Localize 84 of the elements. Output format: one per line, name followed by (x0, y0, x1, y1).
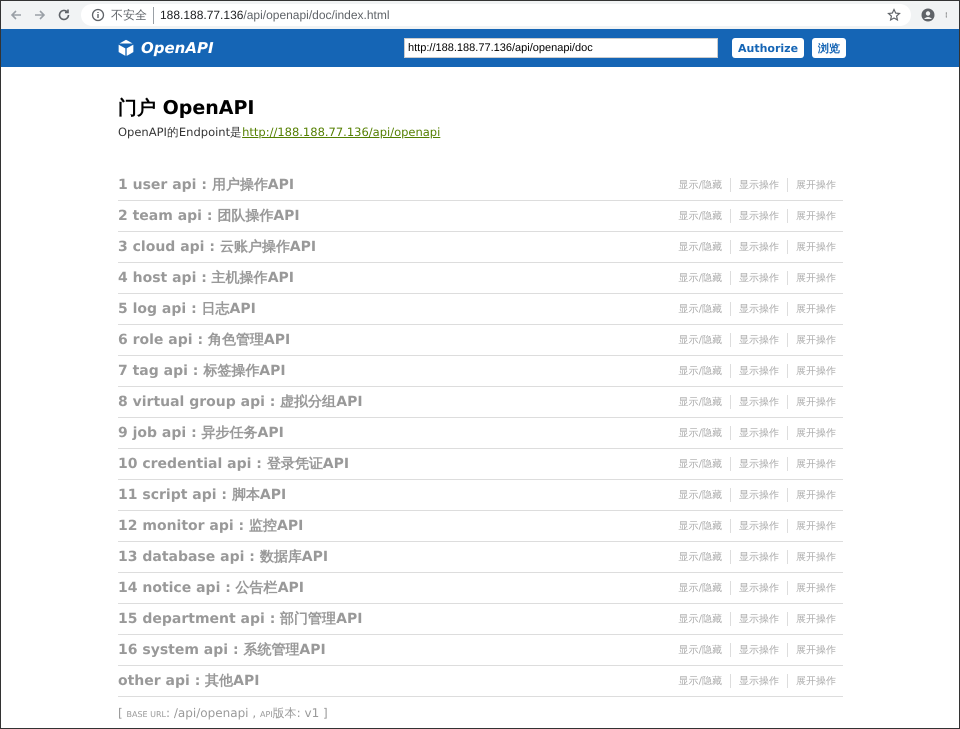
operation-link[interactable]: 显示操作 (730, 643, 787, 657)
api-group-title[interactable]: other api : 其他API (118, 672, 260, 690)
logo-text: OpenAPI (141, 39, 214, 57)
operation-link[interactable]: 显示操作 (730, 333, 787, 347)
api-group-title[interactable]: 2 team api : 团队操作API (118, 207, 300, 225)
reload-icon[interactable] (57, 8, 71, 22)
api-group-title[interactable]: 14 notice api : 公告栏API (118, 579, 304, 597)
endpoint-link[interactable]: http://188.188.77.136/api/openapi (242, 125, 440, 139)
operation-link[interactable]: 显示/隐藏 (670, 302, 730, 316)
api-group-title[interactable]: 1 user api : 用户操作API (118, 176, 294, 194)
operation-link[interactable]: 显示/隐藏 (670, 178, 730, 192)
operation-link[interactable]: 显示/隐藏 (670, 395, 730, 409)
api-group-title[interactable]: 4 host api : 主机操作API (118, 269, 294, 287)
operation-link[interactable]: 显示/隐藏 (670, 364, 730, 378)
doc-url-field[interactable]: http://188.188.77.136/api/openapi/doc (404, 38, 718, 58)
authorize-button[interactable]: Authorize (732, 38, 804, 58)
page-url: 188.188.77.136/api/openapi/doc/index.html (160, 8, 390, 22)
operation-link[interactable]: 显示操作 (730, 271, 787, 285)
security-label: 不安全 (111, 6, 154, 24)
operation-link[interactable]: 显示操作 (730, 395, 787, 409)
operation-link[interactable]: 显示操作 (730, 519, 787, 533)
operation-link[interactable]: 显示操作 (730, 426, 787, 440)
api-info-text: [ BASE URL: /api/openapi , API版本: v1 ] (118, 705, 329, 722)
api-group-title[interactable]: 8 virtual group api : 虚拟分组API (118, 393, 363, 411)
operation-link[interactable]: 显示操作 (730, 674, 787, 688)
operation-link[interactable]: 显示操作 (730, 178, 787, 192)
operation-link[interactable]: 显示/隐藏 (670, 674, 730, 688)
api-group-title[interactable]: 16 system api : 系统管理API (118, 641, 326, 659)
api-group-title[interactable]: 12 monitor api : 监控API (118, 517, 304, 535)
operation-link[interactable]: 展开操作 (787, 581, 843, 595)
operation-link[interactable]: 展开操作 (787, 426, 843, 440)
operation-link[interactable]: 显示/隐藏 (670, 581, 730, 595)
operation-link[interactable]: 显示操作 (730, 550, 787, 564)
cube-icon (117, 38, 135, 58)
operation-link[interactable]: 展开操作 (787, 519, 843, 533)
operation-link[interactable]: 展开操作 (787, 240, 843, 254)
operation-link[interactable]: 展开操作 (787, 643, 843, 657)
api-group-title[interactable]: 11 script api : 脚本API (118, 486, 286, 504)
operation-link[interactable]: 显示/隐藏 (670, 271, 730, 285)
address-bar[interactable]: 不安全 188.188.77.136/api/openapi/doc/index.html (81, 4, 911, 26)
operation-link[interactable]: 展开操作 (787, 364, 843, 378)
operation-link[interactable]: 显示/隐藏 (670, 426, 730, 440)
operation-link[interactable]: 展开操作 (787, 209, 843, 223)
operation-link[interactable]: 显示操作 (730, 612, 787, 626)
page-title: 门户 OpenAPI (118, 96, 256, 121)
info-icon[interactable] (91, 8, 105, 22)
operation-link[interactable]: 显示/隐藏 (670, 519, 730, 533)
operation-link[interactable]: 展开操作 (787, 302, 843, 316)
operation-link[interactable]: 展开操作 (787, 550, 843, 564)
endpoint-text: OpenAPI的Endpoint是http://188.188.77.136/api/openapi (118, 125, 442, 140)
operation-link[interactable]: 显示/隐藏 (670, 240, 730, 254)
api-group-title[interactable]: 9 job api : 异步任务API (118, 424, 284, 442)
operation-link[interactable]: 展开操作 (787, 271, 843, 285)
operation-link[interactable]: 展开操作 (787, 395, 843, 409)
operation-link[interactable]: 显示/隐藏 (670, 333, 730, 347)
operation-link[interactable]: 显示操作 (730, 302, 787, 316)
api-group-title[interactable]: 3 cloud api : 云账户操作API (118, 238, 316, 256)
operation-link[interactable]: 显示操作 (730, 488, 787, 502)
operation-link[interactable]: 显示/隐藏 (670, 457, 730, 471)
operation-link[interactable]: 显示/隐藏 (670, 209, 730, 223)
operation-link[interactable]: 展开操作 (787, 488, 843, 502)
operation-link[interactable]: 展开操作 (787, 457, 843, 471)
operation-link[interactable]: 显示/隐藏 (670, 612, 730, 626)
operation-link[interactable]: 展开操作 (787, 612, 843, 626)
api-group-title[interactable]: 13 database api : 数据库API (118, 548, 328, 566)
operation-link[interactable]: 显示/隐藏 (670, 550, 730, 564)
operation-link[interactable]: 显示/隐藏 (670, 643, 730, 657)
api-group-title[interactable]: 15 department api : 部门管理API (118, 610, 362, 628)
operation-link[interactable]: 显示操作 (730, 581, 787, 595)
operation-link[interactable]: 显示操作 (730, 209, 787, 223)
account-icon[interactable] (921, 8, 935, 22)
api-group-title[interactable]: 5 log api : 日志API (118, 300, 256, 318)
operation-link[interactable]: 展开操作 (787, 674, 843, 688)
operation-link[interactable]: 显示操作 (730, 364, 787, 378)
api-group-title[interactable]: 7 tag api : 标签操作API (118, 362, 286, 380)
star-icon[interactable] (887, 8, 901, 22)
operation-link[interactable]: 显示操作 (730, 457, 787, 471)
operation-link[interactable]: 展开操作 (787, 333, 843, 347)
operation-link[interactable]: 展开操作 (787, 178, 843, 192)
api-group-title[interactable]: 10 credential api : 登录凭证API (118, 455, 350, 473)
operation-link[interactable]: 显示/隐藏 (670, 488, 730, 502)
operation-link[interactable]: 显示操作 (730, 240, 787, 254)
explore-button[interactable]: 浏览 (812, 38, 846, 58)
api-group-title[interactable]: 6 role api : 角色管理API (118, 331, 290, 349)
